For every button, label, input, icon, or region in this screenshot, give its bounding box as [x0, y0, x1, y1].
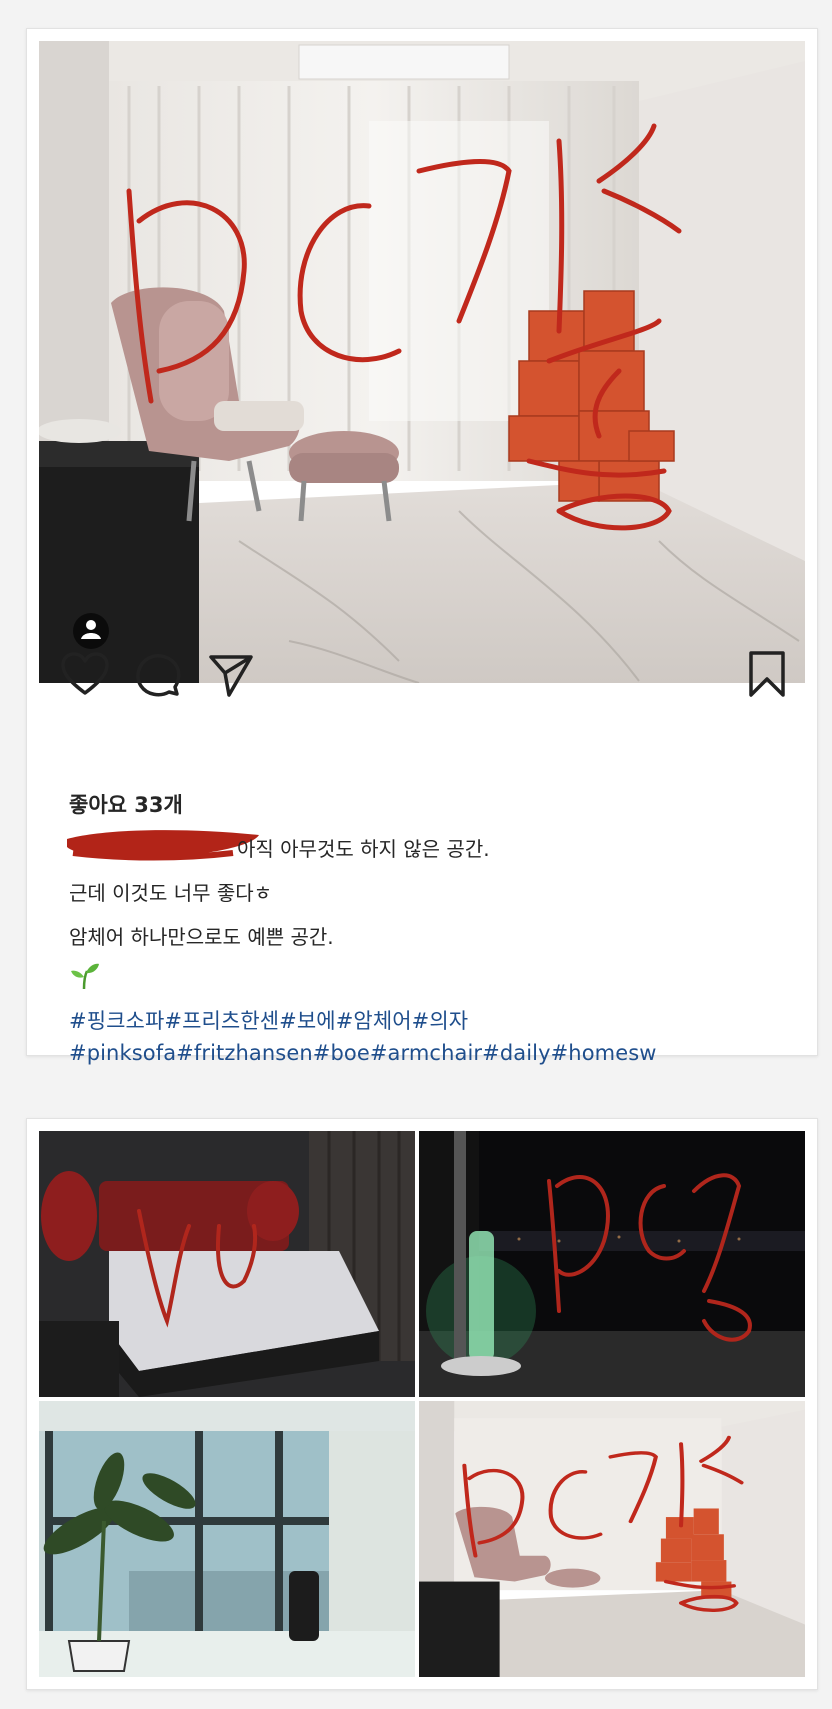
window-plant-photo-illustration	[39, 1401, 415, 1677]
seedling-icon	[71, 963, 99, 990]
comment-icon[interactable]	[131, 649, 183, 701]
heart-icon[interactable]	[59, 649, 111, 701]
bookmark-icon[interactable]	[741, 649, 793, 701]
post-card: 좋아요 33개 아직 아무것도 하지 않은 공간. 근데 이것도 너무 좋다ㅎ …	[26, 28, 818, 1065]
post-photo[interactable]	[39, 41, 805, 683]
likes-count[interactable]: 좋아요 33개	[69, 789, 183, 819]
caption-line-3: 암체어 하나만으로도 예쁜 공간.	[69, 925, 334, 949]
grid-photo-room[interactable]	[419, 1401, 805, 1677]
bedroom-photo-illustration	[39, 1131, 415, 1397]
grid-photo-bedroom[interactable]	[39, 1131, 415, 1397]
share-icon[interactable]	[205, 649, 257, 701]
caption-line-1: 아직 아무것도 하지 않은 공간.	[237, 837, 490, 861]
username-redaction	[67, 830, 259, 861]
night-photo-illustration	[419, 1131, 805, 1397]
room-thumb-illustration	[419, 1401, 805, 1677]
room-photo-illustration	[39, 41, 805, 683]
grid-photo-window-plant[interactable]	[39, 1401, 415, 1677]
caption-line-2: 근데 이것도 너무 좋다ㅎ	[69, 881, 273, 905]
photo-grid-card	[26, 1118, 818, 1690]
hashtags-korean[interactable]: #핑크소파#프리츠한센#보에#암체어#의자	[69, 1005, 468, 1035]
user-tag-icon[interactable]	[73, 613, 109, 649]
grid-photo-night[interactable]	[419, 1131, 805, 1397]
hashtags-english[interactable]: #pinksofa#fritzhansen#boe#armchair#daily…	[69, 1041, 657, 1065]
